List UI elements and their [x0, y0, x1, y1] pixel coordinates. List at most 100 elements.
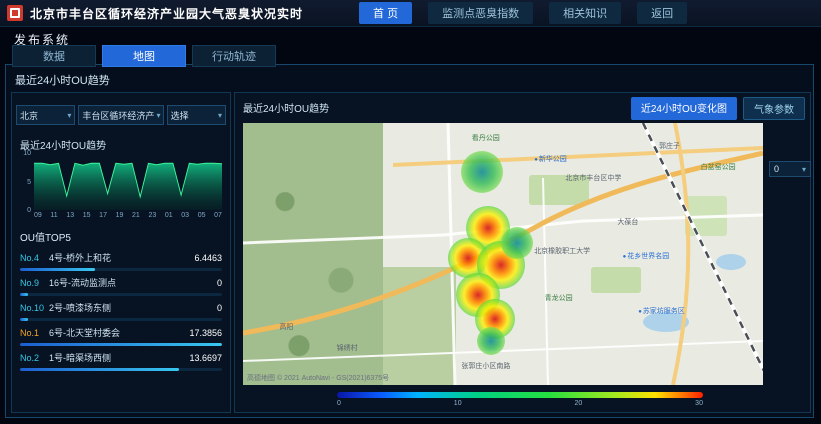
- progress-track: [20, 368, 222, 371]
- legend-tick: 30: [695, 400, 703, 407]
- x-tick: 05: [198, 212, 206, 219]
- map-label: 白盆窑公园: [701, 162, 736, 172]
- map-canvas[interactable]: 看丹公园 新华公园 北京市丰台区中学 郭庄子 白盆窑公园 大葆台 北京橡胶职工大…: [243, 123, 763, 385]
- map-label: 高阳: [279, 322, 293, 332]
- map-label: 郭庄子: [659, 141, 680, 151]
- ou-value: 13.6697: [189, 353, 222, 363]
- nav-knowledge[interactable]: 相关知识: [549, 2, 621, 24]
- rank-label: No.2: [20, 353, 44, 363]
- city-select-value: 北京: [20, 109, 38, 122]
- station-name: 2号-喷漆场东侧: [49, 301, 213, 314]
- heat-legend: 0 10 20 30: [337, 392, 703, 407]
- rank-label: No.1: [20, 328, 44, 338]
- top5-row[interactable]: No.1 6号-北天堂村委会 17.3856: [20, 321, 222, 346]
- progress-bar: [20, 368, 179, 371]
- map-layer-select-value: 0: [774, 164, 779, 174]
- weather-params-button[interactable]: 气象参数: [743, 97, 805, 120]
- nav-home[interactable]: 首 页: [359, 2, 412, 24]
- chevron-down-icon: ▾: [67, 111, 71, 120]
- y-tick: 10: [18, 150, 31, 157]
- rank-label: No.9: [20, 278, 44, 288]
- legend-gradient-bar: [337, 392, 703, 398]
- tab-track[interactable]: 行动轨迹: [192, 45, 276, 67]
- station-name: 16号-流动监测点: [49, 276, 213, 289]
- district-select[interactable]: 丰台区循环经济产 ▾: [78, 105, 163, 125]
- map-label: 大葆台: [617, 217, 638, 227]
- map-label: 锦绣村: [337, 343, 358, 353]
- map-label: 北京市丰台区中学: [565, 173, 621, 183]
- x-tick: 11: [50, 212, 57, 219]
- map-label: 青龙公园: [545, 293, 573, 303]
- rank-label: No.4: [20, 253, 44, 263]
- x-tick: 19: [116, 212, 124, 219]
- station-name: 1号-暗渠场西侧: [49, 351, 185, 364]
- map-panel-title: 最近24小时OU趋势: [243, 100, 329, 115]
- x-axis: 09 11 13 15 17 19 21 23 01 03 05 07: [34, 212, 222, 219]
- top5-title: OU值TOP5: [20, 229, 230, 244]
- chart-title: 最近24小时OU趋势: [20, 137, 230, 152]
- point-select-value: 选择: [171, 109, 189, 122]
- map-label: 看丹公园: [472, 133, 500, 143]
- main-nav: 首 页 监测点恶臭指数 相关知识 返回: [359, 2, 687, 24]
- chevron-down-icon: ▾: [156, 111, 160, 120]
- chevron-down-icon: ▾: [802, 165, 806, 174]
- x-tick: 21: [132, 212, 140, 219]
- panel-title: 最近24小时OU趋势: [15, 72, 110, 88]
- x-tick: 17: [99, 212, 107, 219]
- y-tick: 0: [18, 207, 31, 214]
- ou-change-chart-button[interactable]: 近24小时OU变化图: [631, 97, 737, 120]
- ou-value: 0: [217, 303, 222, 313]
- heat-blob: [477, 327, 505, 355]
- tab-map[interactable]: 地图: [102, 45, 186, 67]
- app-logo-icon: [7, 5, 23, 21]
- point-select[interactable]: 选择 ▾: [167, 105, 226, 125]
- map-label: 花乡世界名园: [623, 251, 670, 261]
- map-label: 新华公园: [534, 154, 567, 164]
- filter-selects: 北京 ▾ 丰台区循环经济产 ▾ 选择 ▾: [16, 105, 226, 125]
- x-tick: 23: [148, 212, 156, 219]
- city-select[interactable]: 北京 ▾: [16, 105, 75, 125]
- legend-tick: 10: [454, 400, 462, 407]
- nav-back[interactable]: 返回: [637, 2, 687, 24]
- ou-value: 0: [217, 278, 222, 288]
- x-tick: 03: [181, 212, 189, 219]
- left-panel: 北京 ▾ 丰台区循环经济产 ▾ 选择 ▾ 最近24小时OU趋势 10 5 0: [11, 92, 231, 413]
- top5-row[interactable]: No.10 2号-喷漆场东侧 0: [20, 296, 222, 321]
- legend-tick: 20: [574, 400, 582, 407]
- map-label: 苏家坊服务区: [638, 306, 685, 316]
- view-tabs: 数据 地图 行动轨迹: [12, 45, 276, 67]
- x-tick: 15: [83, 212, 91, 219]
- district-select-value: 丰台区循环经济产: [82, 109, 154, 122]
- trend-area-svg: [34, 154, 222, 210]
- x-tick: 13: [66, 212, 74, 219]
- map-panel-buttons: 近24小时OU变化图 气象参数: [631, 97, 805, 120]
- station-name: 4号-桥外上和花: [49, 251, 190, 264]
- y-axis: 10 5 0: [18, 150, 31, 214]
- y-tick: 5: [18, 179, 31, 186]
- nav-odor-index[interactable]: 监测点恶臭指数: [428, 2, 533, 24]
- ou-value: 17.3856: [189, 328, 222, 338]
- rank-label: No.10: [20, 303, 44, 313]
- map-label: 张郭庄小区南路: [461, 361, 510, 371]
- heat-blob: [461, 151, 503, 193]
- chevron-down-icon: ▾: [218, 111, 222, 120]
- x-tick: 07: [214, 212, 222, 219]
- legend-ticks: 0 10 20 30: [337, 400, 703, 407]
- tab-data[interactable]: 数据: [12, 45, 96, 67]
- ou-value: 6.4463: [194, 253, 222, 263]
- app-header: 北京市丰台区循环经济产业园大气恶臭状况实时 首 页 监测点恶臭指数 相关知识 返…: [0, 0, 821, 27]
- app-title: 北京市丰台区循环经济产业园大气恶臭状况实时: [30, 5, 303, 22]
- map-panel: 最近24小时OU趋势 近24小时OU变化图 气象参数 0 ▾: [234, 92, 811, 413]
- station-name: 6号-北天堂村委会: [49, 326, 185, 339]
- map-attribution: 高德地图 © 2021 AutoNavi - GS(2021)6375号: [247, 373, 389, 383]
- legend-tick: 0: [337, 400, 341, 407]
- main-panel: 最近24小时OU趋势 北京 ▾ 丰台区循环经济产 ▾ 选择 ▾ 最近24小时OU…: [5, 64, 814, 418]
- x-tick: 09: [34, 212, 42, 219]
- heat-blob: [501, 227, 533, 259]
- top5-row[interactable]: No.2 1号-暗渠场西侧 13.6697: [20, 346, 222, 371]
- x-tick: 01: [165, 212, 173, 219]
- map-layer-select[interactable]: 0 ▾: [769, 161, 811, 177]
- top5-row[interactable]: No.4 4号-桥外上和花 6.4463: [20, 246, 222, 271]
- top5-row[interactable]: No.9 16号-流动监测点 0: [20, 271, 222, 296]
- ou-trend-chart: 10 5 0: [34, 154, 222, 210]
